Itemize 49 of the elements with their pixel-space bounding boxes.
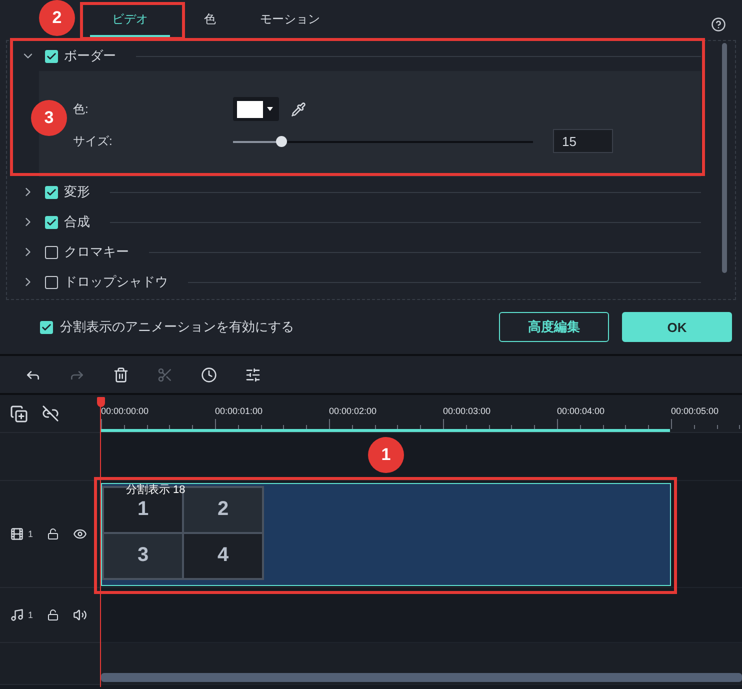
unlock-icon[interactable]: [47, 609, 60, 621]
track-number: 1: [28, 610, 34, 620]
ok-button[interactable]: OK: [622, 312, 732, 342]
size-field[interactable]: 15: [553, 129, 613, 153]
panel-number: 4: [183, 532, 263, 578]
checkbox[interactable]: [45, 186, 58, 198]
tab[interactable]: ビデオ: [90, 1, 170, 37]
time-label: 00:00:05:00: [671, 406, 719, 416]
trash-icon[interactable]: [113, 366, 129, 382]
eyedropper-icon[interactable]: [291, 102, 306, 116]
section-title: 合成: [64, 213, 90, 231]
film-icon: [10, 527, 24, 541]
section-title: クロマキー: [64, 243, 129, 261]
time-label: 00:00:00:00: [101, 406, 149, 416]
checkbox[interactable]: [45, 246, 58, 258]
time-label: 00:00:03:00: [443, 406, 491, 416]
checkbox[interactable]: [45, 50, 58, 62]
section-title: 変形: [64, 183, 90, 201]
section-title: ドロップシャドウ: [64, 273, 168, 291]
checkbox[interactable]: [45, 216, 58, 228]
video-clip[interactable]: 1 2 3 4 分割表示 18: [101, 482, 671, 586]
unlock-icon[interactable]: [47, 528, 60, 540]
unlink-icon[interactable]: [42, 405, 59, 422]
clip-title: 分割表示 18: [126, 482, 186, 496]
time-label: 00:00:02:00: [329, 406, 377, 416]
help-icon[interactable]: [711, 17, 726, 32]
color-picker[interactable]: [233, 97, 279, 121]
tab[interactable]: モーション: [250, 1, 330, 37]
checkbox[interactable]: [40, 320, 53, 334]
time-label: 00:00:01:00: [215, 406, 263, 416]
section-title: ボーダー: [64, 47, 116, 65]
add-track-icon[interactable]: [10, 404, 28, 422]
clock-icon[interactable]: [201, 366, 217, 382]
music-icon: [10, 608, 24, 622]
checkbox[interactable]: [45, 276, 58, 288]
time-ruler[interactable]: 00:00:00:00 00:00:01:00 00:00:02:00 00:00:03:00 00:00:04:00 00:00:05:00: [100, 395, 742, 433]
option-label: 分割表示のアニメーションを有効にする: [60, 318, 294, 336]
sliders-icon[interactable]: [245, 366, 261, 382]
eye-icon[interactable]: [73, 527, 88, 541]
panel-number: 3: [103, 532, 183, 578]
advanced-edit-button[interactable]: 高度編集: [499, 312, 609, 342]
time-label: 00:00:04:00: [557, 406, 605, 416]
track-number: 1: [28, 529, 34, 539]
scrollbar[interactable]: [722, 43, 726, 273]
scrollbar[interactable]: [101, 673, 742, 682]
tab[interactable]: 色: [190, 1, 230, 37]
field-label: サイズ:: [73, 132, 114, 150]
field-label: 色:: [73, 100, 90, 118]
speaker-icon[interactable]: [73, 608, 88, 622]
